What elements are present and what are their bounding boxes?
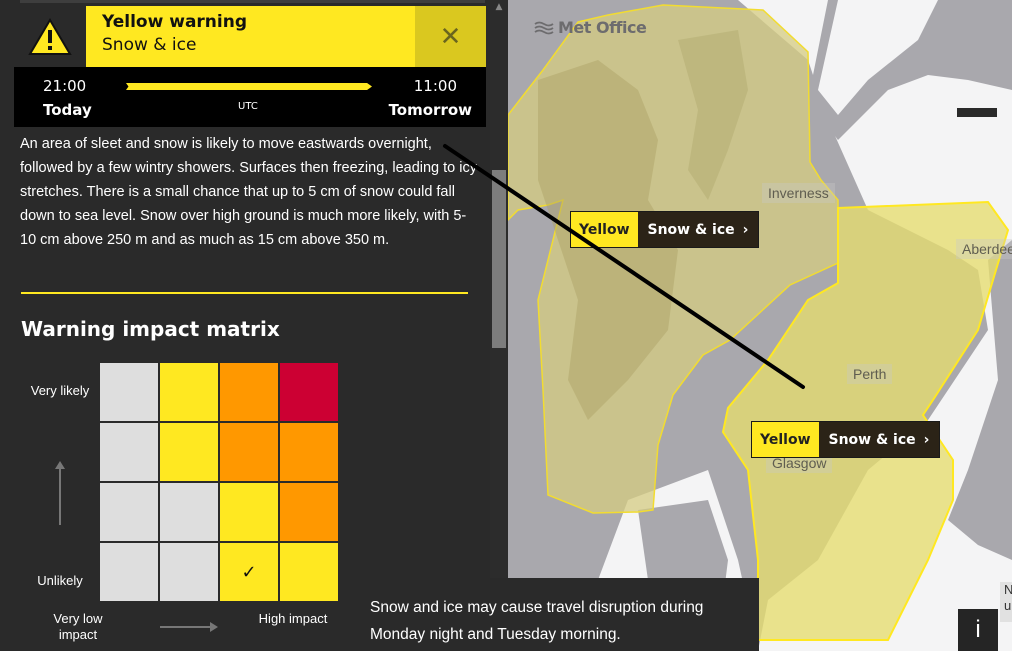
warning-detail-panel: Yellow warning Snow & ice ✕ 21:00 Today … <box>0 0 490 651</box>
matrix-cell-yellow: ✓ <box>220 543 278 601</box>
matrix-cell-amber <box>280 483 338 541</box>
end-time: 11:00 <box>413 77 457 95</box>
warning-level: Yellow warning <box>102 12 247 32</box>
scroll-up-icon[interactable]: ▲ <box>492 2 506 14</box>
warning-timeline: 21:00 Today UTC 11:00 Tomorrow <box>14 67 486 127</box>
likelihood-low-label: Unlikely <box>37 573 83 588</box>
info-button[interactable]: i <box>958 609 998 651</box>
matrix-cell-yellow <box>160 363 218 421</box>
met-office-logo: Met Office <box>534 18 647 37</box>
warning-map[interactable] <box>508 0 1012 651</box>
start-day: Today <box>43 101 92 119</box>
matrix-cell-grey <box>100 423 158 481</box>
impact-high-label: High impact <box>258 611 328 626</box>
matrix-cell-grey <box>160 483 218 541</box>
matrix-cell-grey <box>100 363 158 421</box>
timezone-label: UTC <box>238 101 258 112</box>
impact-arrow-icon <box>160 622 218 632</box>
scrollbar-thumb[interactable] <box>492 170 506 348</box>
chevron-right-icon: › <box>923 431 930 448</box>
pill-level: Yellow <box>571 212 638 247</box>
matrix-cell-grey <box>100 543 158 601</box>
map-canvas <box>508 0 1012 651</box>
warning-header: Yellow warning Snow & ice <box>86 6 415 67</box>
warning-type: Snow & ice <box>102 35 197 55</box>
met-office-logo-text: Met Office <box>558 18 647 37</box>
warning-triangle-icon <box>14 6 86 67</box>
matrix-cell-grey <box>160 543 218 601</box>
map-warning-pill-north[interactable]: Yellow Snow & ice › <box>570 211 760 248</box>
matrix-cell-red <box>280 363 338 421</box>
matrix-title: Warning impact matrix <box>21 317 280 341</box>
start-time: 21:00 <box>43 77 87 95</box>
city-label-perth: Perth <box>847 364 893 384</box>
timeline-bar <box>126 83 372 90</box>
warning-page: Met Office Inverness Aberdeen Perth Glas… <box>0 0 1012 651</box>
close-icon: ✕ <box>439 21 462 52</box>
map-edge-label: N u <box>1000 582 1012 622</box>
matrix-cell-amber <box>280 423 338 481</box>
matrix-cell-grey <box>100 483 158 541</box>
end-day: Tomorrow <box>388 101 472 119</box>
close-button[interactable]: ✕ <box>415 6 486 67</box>
checkmark-icon: ✓ <box>241 561 257 583</box>
map-scale-bar <box>957 108 997 117</box>
met-office-waves-icon <box>534 21 554 34</box>
matrix-cell-amber <box>220 363 278 421</box>
city-label-aberdeen: Aberdeen <box>956 239 1012 259</box>
chevron-right-icon: › <box>742 221 749 238</box>
matrix-cell-yellow <box>280 543 338 601</box>
impact-matrix: ✓ <box>100 363 338 601</box>
likelihood-arrow-icon <box>55 461 65 525</box>
warning-description: An area of sleet and snow is likely to m… <box>20 136 477 248</box>
city-label-inverness: Inverness <box>762 183 835 203</box>
pill-type: Snow & ice <box>647 221 735 238</box>
matrix-cell-yellow <box>160 423 218 481</box>
impact-low-label: Very low impact <box>53 611 103 642</box>
impact-summary: Snow and ice may cause travel disruption… <box>354 578 759 651</box>
section-divider <box>21 292 468 294</box>
likelihood-high-label: Very likely <box>30 383 90 398</box>
panel-top-border <box>20 0 485 3</box>
matrix-cell-amber <box>220 423 278 481</box>
pill-type: Snow & ice <box>828 431 916 448</box>
pill-level: Yellow <box>752 422 819 457</box>
map-warning-pill-south[interactable]: Yellow Snow & ice › <box>751 421 941 458</box>
matrix-cell-yellow <box>220 483 278 541</box>
